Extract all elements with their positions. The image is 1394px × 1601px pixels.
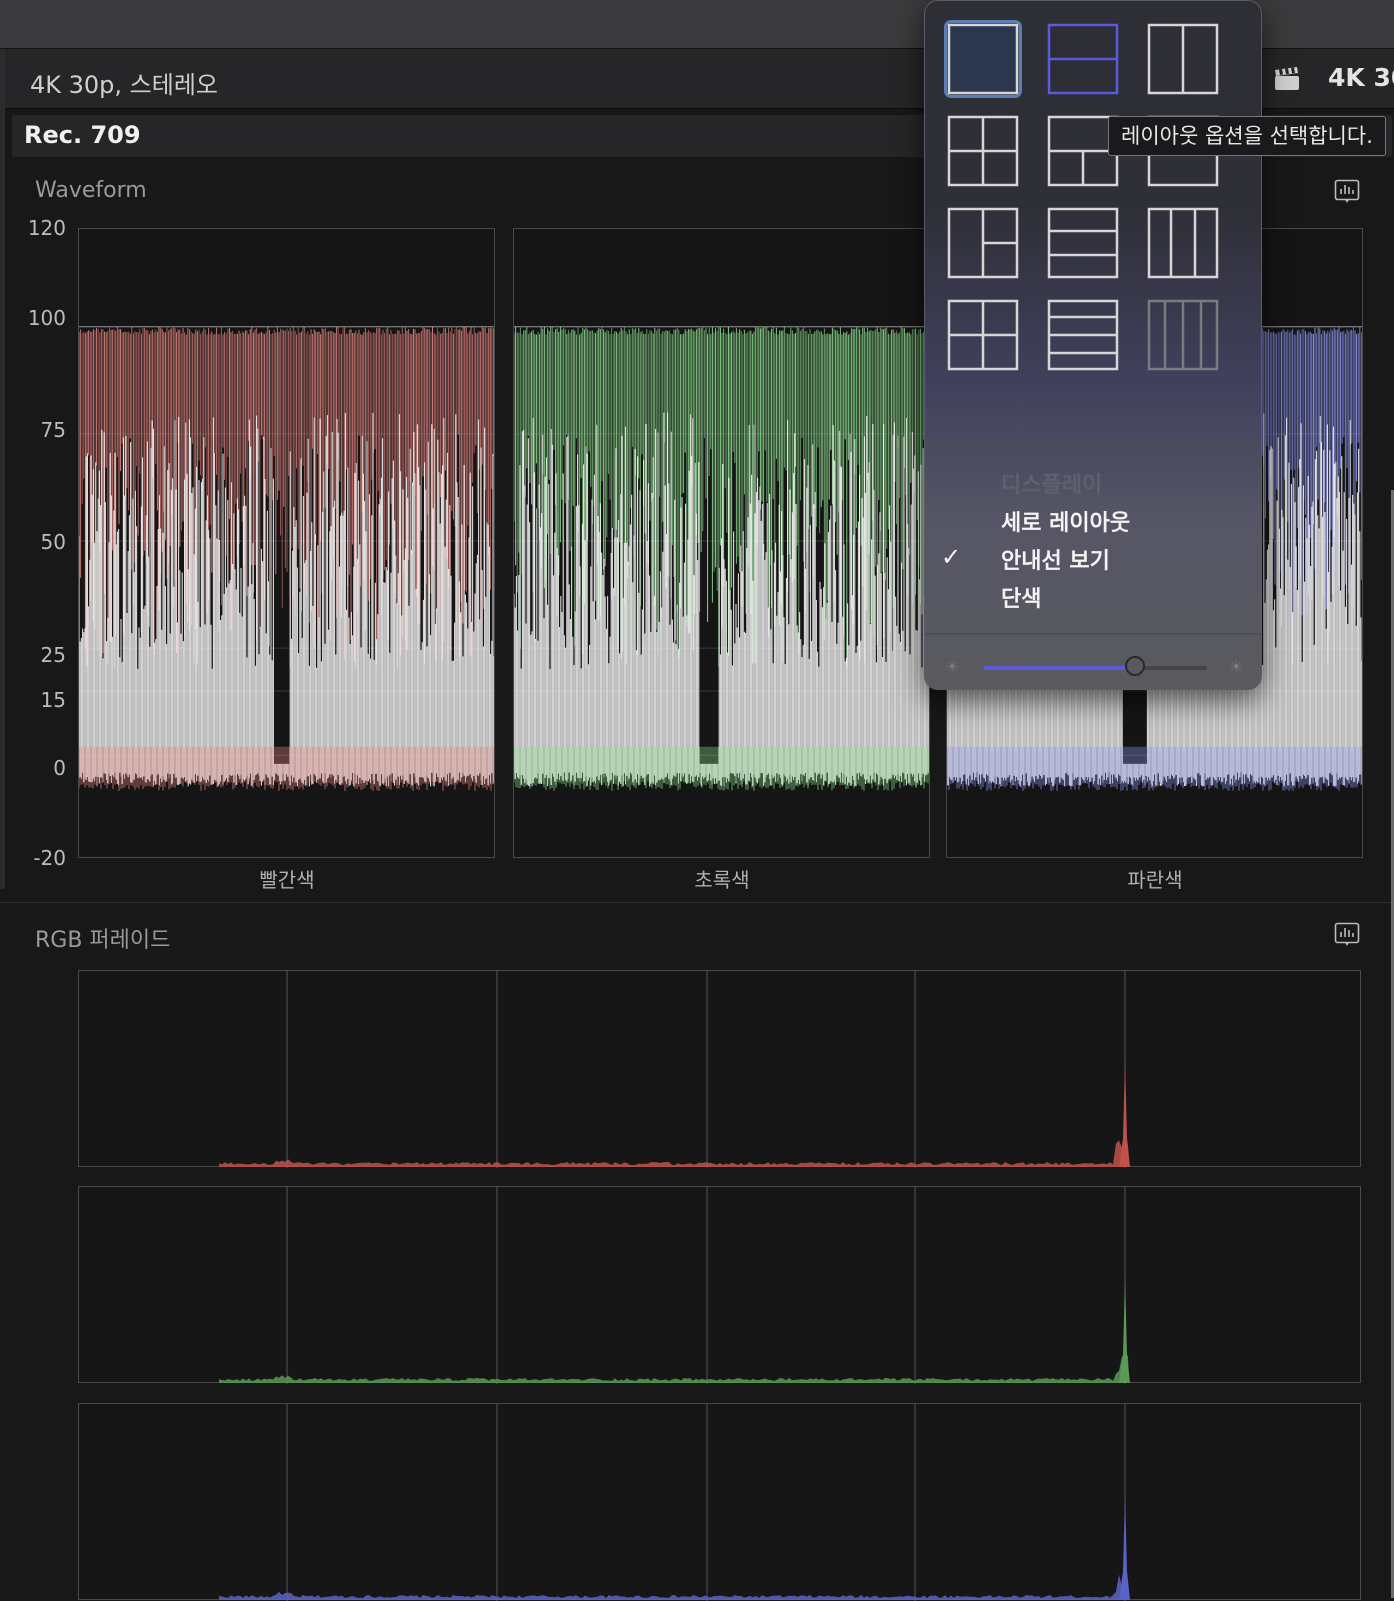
layout-option-stack-2[interactable]: [1047, 23, 1119, 95]
brightness-slider-fill: [983, 666, 1136, 670]
y-tick-120: 120: [27, 216, 66, 240]
layout-option-stack-3[interactable]: [1047, 207, 1119, 279]
menu-item-show-guides[interactable]: 안내선 보기: [1001, 543, 1110, 575]
clapper-icon[interactable]: [1273, 65, 1301, 93]
parade-blue-row: [78, 1403, 1361, 1601]
color-space-label: Rec. 709: [24, 121, 141, 149]
layout-option-stack-4[interactable]: [1047, 299, 1119, 371]
waveform-green-panel: [513, 228, 930, 858]
layout-option-side-by-side-2[interactable]: [1147, 23, 1219, 95]
checkmark-icon: ✓: [941, 543, 962, 571]
popover-separator-2: [925, 633, 1261, 635]
brightness-slider-knob[interactable]: [1125, 656, 1146, 676]
layout-columns-4-icon: [1147, 299, 1219, 371]
y-tick-minus20: -20: [33, 846, 66, 870]
y-tick-25: 25: [40, 643, 66, 667]
layout-option-columns-4[interactable]: [1147, 299, 1219, 371]
layout-stack-4-icon: [1047, 299, 1119, 371]
menu-header-display: 디스플레이: [1001, 473, 1103, 498]
channel-label-green: 초록색: [694, 868, 750, 892]
menu-item-vertical-layout[interactable]: 세로 레이아웃: [1001, 505, 1130, 537]
layout-columns-3-icon: [1147, 207, 1219, 279]
layout-side-by-side-2-icon: [1147, 23, 1219, 95]
waveform-red-panel: [78, 228, 495, 858]
popover-separator: [925, 445, 1261, 447]
layout-left-1-right-2-icon: [947, 207, 1019, 279]
layout-stack-2-icon: [1047, 23, 1119, 95]
waveform-title: Waveform: [35, 178, 147, 203]
layout-option-columns-3[interactable]: [1147, 207, 1219, 279]
layout-stack-3-icon: [1047, 207, 1119, 279]
channel-label-red: 빨간색: [259, 868, 315, 892]
layout-grid-4b-icon: [947, 299, 1019, 371]
parade-settings-icon[interactable]: [1334, 922, 1360, 948]
brightness-slider[interactable]: [983, 656, 1207, 676]
parade-plot: [219, 1404, 1130, 1601]
project-format-label: 4K 30p, 스테레오: [30, 71, 218, 99]
layout-option-grid-4b[interactable]: [947, 299, 1019, 371]
parade-green-row: [78, 1186, 1361, 1384]
viewer-format-label: 4K 30: [1328, 63, 1394, 92]
y-tick-15: 15: [40, 688, 66, 712]
waveform-settings-icon[interactable]: [1334, 179, 1360, 205]
left-edge: [0, 49, 5, 889]
y-tick-75: 75: [40, 418, 66, 442]
parade-title: RGB 퍼레이드: [35, 928, 171, 953]
brightness-high-icon: ☀: [1229, 657, 1244, 676]
y-tick-0: 0: [53, 756, 66, 780]
layout-option-left-1-right-2[interactable]: [947, 207, 1019, 279]
parade-plot: [219, 971, 1130, 1168]
waveform-plot: [79, 326, 494, 791]
waveform-plot: [514, 326, 929, 791]
layout-tooltip: 레이아웃 옵션을 선택합니다.: [1108, 116, 1386, 156]
scope-divider: [0, 902, 1394, 903]
layout-popover: 디스플레이 세로 레이아웃 ✓ 안내선 보기 단색 ☀ ☀: [924, 0, 1262, 690]
parade-red-row: [78, 970, 1361, 1168]
channel-label-blue: 파란색: [1127, 868, 1183, 892]
menu-item-monochrome[interactable]: 단색: [1001, 581, 1041, 613]
layout-option-grid-4[interactable]: [947, 115, 1019, 187]
layout-option-single[interactable]: [947, 23, 1019, 95]
layout-single-icon: [947, 23, 1019, 95]
brightness-low-icon: ☀: [945, 657, 960, 676]
y-tick-100: 100: [27, 306, 66, 330]
parade-plot: [219, 1187, 1130, 1384]
y-tick-50: 50: [40, 530, 66, 554]
layout-grid-4-icon: [947, 115, 1019, 187]
